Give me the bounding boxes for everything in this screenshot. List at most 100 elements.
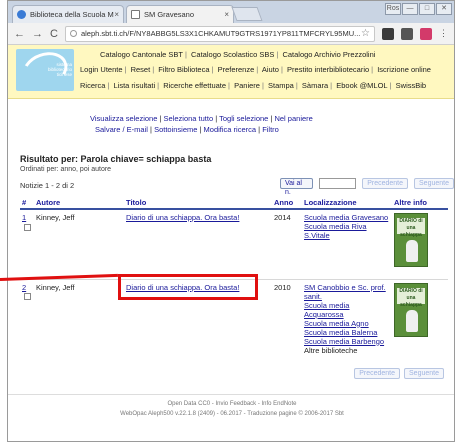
tab-biblioteca[interactable]: Biblioteca della Scuola M ×	[12, 5, 124, 23]
author-cell: Kinney, Jeff	[36, 213, 75, 222]
logo-text: sistema bibliotecario ticinese	[47, 62, 72, 77]
actions-row-1: Visualizza selezione | Seleziona tutto |…	[90, 114, 313, 123]
nav-links: Ricerca | Lista risultati | Ricerche effet…	[80, 81, 427, 90]
book-cover-image[interactable]: DIARIO di una schiappa	[394, 282, 428, 337]
tab-bar: Biblioteca della Scuola M × SM Gravesano…	[8, 1, 454, 23]
new-tab-button[interactable]	[231, 7, 263, 21]
link-aiuto[interactable]: Aiuto	[262, 65, 279, 74]
forward-button[interactable]: →	[32, 28, 43, 40]
link-prestito[interactable]: Prestito interbibliotecario	[287, 65, 369, 74]
location-link[interactable]: Scuola media Gravesano	[304, 213, 390, 222]
location-link[interactable]: SM Canobbio e Sc. prof. sanit.	[304, 283, 390, 301]
results-count: Notizie 1 - 2 di 2	[20, 181, 75, 190]
select-checkbox[interactable]	[24, 293, 31, 301]
goto-button[interactable]: Vai al n.	[280, 178, 313, 196]
menu-icon[interactable]: ⋮	[439, 28, 448, 39]
link-salvare-email[interactable]: Salvare / E-mail	[95, 125, 148, 134]
link-preferenze[interactable]: Preferenze	[218, 65, 255, 74]
bookmark-star-icon[interactable]: ☆	[361, 28, 370, 39]
link-iscrizione[interactable]: Iscrizione online	[377, 65, 431, 74]
prev-page-button-bottom[interactable]: Precedente	[354, 368, 401, 379]
sbt-logo[interactable]: sistema bibliotecario ticinese	[16, 49, 74, 91]
actions-row-2: Salvare / E-mail | Sottoinsieme | Modifi…	[95, 125, 279, 134]
profile-button[interactable]: Ros	[385, 3, 401, 15]
link-sottoinsieme[interactable]: Sottoinsieme	[154, 125, 197, 134]
col-autore[interactable]: Autore	[34, 197, 124, 210]
extension-icon[interactable]	[382, 27, 394, 40]
location-link[interactable]: Scuola media Balerna	[304, 328, 390, 337]
close-window-button[interactable]: ✕	[436, 3, 452, 15]
annotation-highlight-box	[118, 274, 258, 300]
link-paniere[interactable]: Paniere	[234, 81, 260, 90]
cover-figure-icon	[406, 240, 418, 262]
paging-controls: Vai al n. Precedente Seguente	[280, 178, 454, 196]
browser-window: Biblioteca della Scuola M × SM Gravesano…	[7, 0, 455, 442]
record-number-link[interactable]: 1	[22, 213, 26, 222]
next-page-button[interactable]: Seguente	[414, 178, 454, 189]
maximize-button[interactable]: □	[419, 3, 435, 15]
site-header: sistema bibliotecario ticinese Catalogo …	[8, 45, 454, 99]
reload-button[interactable]: C	[50, 28, 58, 40]
link-visualizza-selezione[interactable]: Visualizza selezione	[90, 114, 157, 123]
results-title: Risultato per: Parola chiave= schiappa b…	[20, 154, 212, 164]
link-filtro-biblioteca[interactable]: Filtro Biblioteca	[158, 65, 209, 74]
link-togli-selezione[interactable]: Togli selezione	[219, 114, 268, 123]
link-swissbib[interactable]: SwissBib	[396, 81, 426, 90]
tab-sm-gravesano[interactable]: SM Gravesano ×	[126, 5, 234, 23]
prev-page-button[interactable]: Precedente	[362, 178, 409, 189]
bottom-paging-controls: Precedente Seguente	[354, 368, 444, 379]
author-cell: Kinney, Jeff	[34, 278, 124, 374]
link-reset[interactable]: Reset	[131, 65, 151, 74]
page-footer: Open Data CC0 - Invio Feedback - Info En…	[8, 394, 454, 419]
page-icon	[131, 10, 140, 19]
link-catalogo-cantonale[interactable]: Catalogo Cantonale SBT	[100, 50, 183, 59]
record-number-link[interactable]: 2	[22, 283, 26, 292]
title-link[interactable]: Diario di una schiappa. Ora basta!	[126, 213, 239, 222]
year-cell: 2010	[272, 278, 302, 374]
close-tab-icon[interactable]: ×	[224, 10, 229, 19]
location-link[interactable]: Scuola media Riva S.Vitale	[304, 222, 390, 240]
cover-figure-icon	[406, 309, 418, 332]
location-link[interactable]: Scuola media Barbengo	[304, 337, 390, 346]
back-button[interactable]: ←	[14, 28, 25, 40]
year-cell: 2014	[274, 213, 291, 222]
col-altre-info: Altre info	[392, 197, 448, 210]
address-bar: ← → C aleph.sbt.ti.ch/F/NY8ABBG5LS3X1CHK…	[8, 23, 454, 45]
link-ebook[interactable]: Ebook @MLOL	[336, 81, 387, 90]
link-nel-paniere[interactable]: Nel paniere	[274, 114, 312, 123]
link-ricerche-effettuate[interactable]: Ricerche effettuate	[163, 81, 226, 90]
location-link[interactable]: Scuola media Acquarossa	[304, 301, 390, 319]
link-modifica-ricerca[interactable]: Modifica ricerca	[204, 125, 257, 134]
info-icon[interactable]	[69, 30, 77, 37]
footer-version: WebOpac Aleph500 v.22.1.8 (2409) - 06.20…	[120, 411, 344, 417]
link-samara[interactable]: Sàmara	[302, 81, 328, 90]
tab-label: Biblioteca della Scuola M	[30, 10, 114, 19]
select-checkbox[interactable]	[24, 223, 31, 231]
col-anno[interactable]: Anno	[272, 197, 302, 210]
link-catalogo-scolastico[interactable]: Catalogo Scolastico SBS	[191, 50, 274, 59]
more-libraries-link[interactable]: Altre biblioteche	[304, 346, 357, 355]
sort-info: Ordinati per: anno, poi autore	[20, 166, 112, 173]
next-page-button-bottom[interactable]: Seguente	[404, 368, 444, 379]
col-titolo[interactable]: Titolo	[124, 197, 272, 210]
link-filtro[interactable]: Filtro	[262, 125, 279, 134]
link-lista-risultati[interactable]: Lista risultati	[113, 81, 155, 90]
location-link[interactable]: Scuola media Agno	[304, 319, 390, 328]
extension-icon[interactable]	[420, 27, 432, 40]
url-input[interactable]: aleph.sbt.ti.ch/F/NY8ABBG5LS3X1CHKAMUT9G…	[64, 25, 375, 42]
link-ricerca[interactable]: Ricerca	[80, 81, 105, 90]
link-stampa[interactable]: Stampa	[268, 81, 294, 90]
link-login[interactable]: Login Utente	[80, 65, 123, 74]
goto-number-input[interactable]	[318, 178, 357, 189]
window-controls: Ros — □ ✕	[385, 3, 452, 15]
minimize-button[interactable]: —	[402, 3, 418, 15]
link-seleziona-tutto[interactable]: Seleziona tutto	[164, 114, 214, 123]
user-links: Login Utente | Reset | Filtro Biblioteca | …	[80, 65, 431, 74]
link-catalogo-prezzolini[interactable]: Catalogo Archivio Prezzolini	[282, 50, 375, 59]
globe-icon	[17, 10, 26, 19]
footer-links[interactable]: Open Data CC0 - Invio Feedback - Info En…	[8, 399, 454, 409]
book-cover-image[interactable]: DIARIO di una schiappa	[394, 213, 428, 267]
close-tab-icon[interactable]: ×	[114, 10, 119, 19]
cover-title: DIARIO di una schiappa	[397, 287, 425, 308]
extension-icon[interactable]	[401, 27, 413, 40]
